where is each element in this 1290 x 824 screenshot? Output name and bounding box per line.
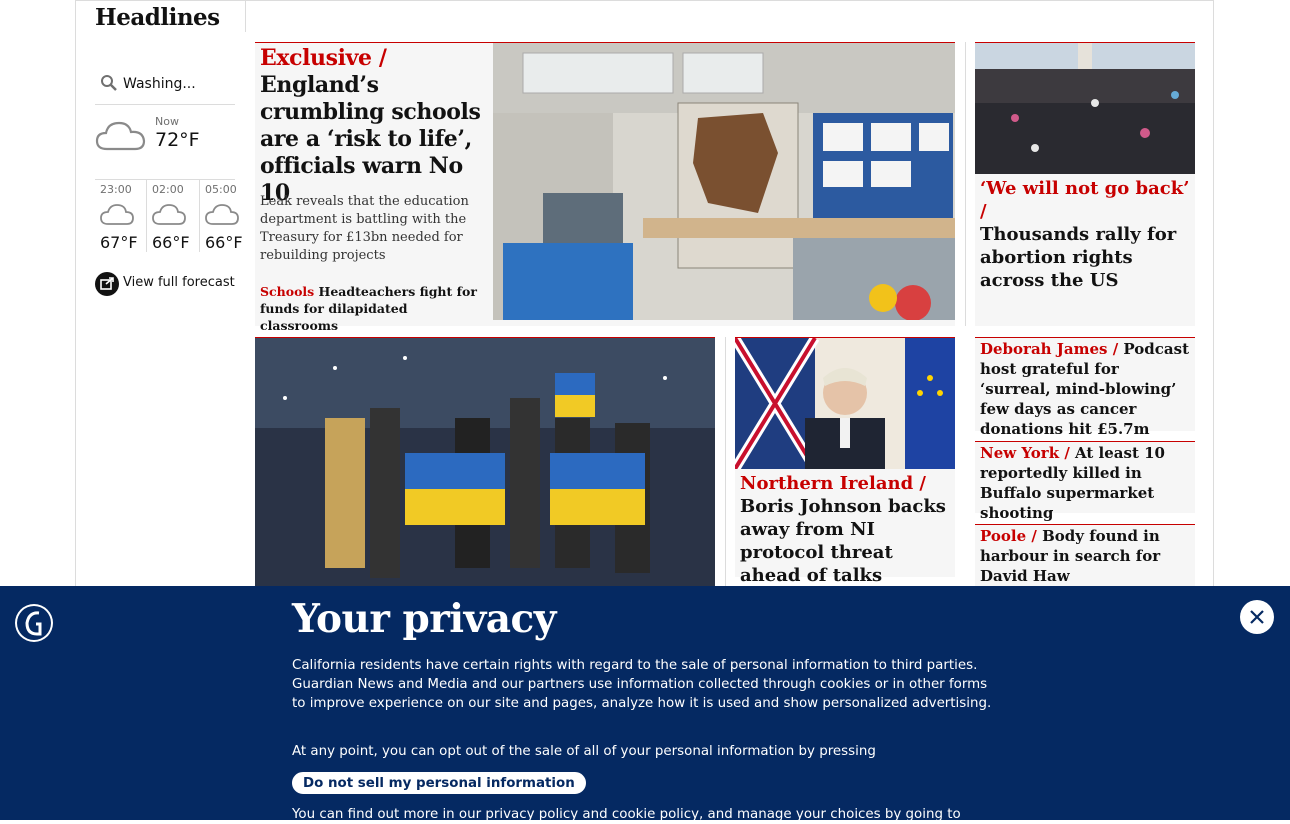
story-kicker: Deborah James / (980, 340, 1119, 358)
side-story-card[interactable]: ‘We will not go back’ / Thousands rally … (975, 42, 1195, 326)
forecast-item: 02:00 66°F (147, 180, 196, 256)
small-story-card[interactable]: Poole / Body found in harbour in search … (975, 524, 1195, 586)
weather-now-label: Now (155, 115, 179, 128)
sublink-kicker: Schools (260, 284, 315, 299)
cloudy-night-icon (100, 204, 134, 225)
forecast-temp: 66°F (152, 233, 190, 252)
story-standfirst: Leak reveals that the education departme… (260, 194, 469, 263)
view-forecast-label: View full forecast (123, 275, 235, 290)
johnson-image (735, 338, 955, 469)
eurovision-story-card[interactable] (255, 337, 715, 587)
cloudy-night-icon (205, 204, 239, 225)
ni-story-card[interactable]: Northern Ireland / Boris Johnson backs a… (735, 337, 955, 586)
cloudy-night-icon (152, 204, 186, 225)
main-story-card[interactable]: Exclusive / England’s crumbling schools … (255, 42, 955, 333)
forecast-time: 23:00 (100, 183, 132, 196)
small-story-card[interactable]: New York / At least 10 reportedly killed… (975, 441, 1195, 522)
close-button[interactable] (1240, 600, 1274, 634)
privacy-paragraph: California residents have certain rights… (292, 658, 992, 711)
weather-location: Washing... (123, 76, 196, 92)
story-headline: Boris Johnson backs away from NI protoco… (740, 496, 946, 586)
forecast-item: 05:00 66°F (200, 180, 249, 256)
eurovision-image (255, 338, 715, 587)
sublink[interactable]: Schools Headteachers fight for funds for… (260, 283, 488, 334)
forecast-temp: 67°F (100, 233, 138, 252)
guardian-logo (15, 604, 53, 642)
forecast-item: 23:00 67°F (95, 180, 144, 256)
story-headline: England’s crumbling schools are a ‘risk … (260, 72, 481, 206)
privacy-banner: Your privacy California residents have c… (0, 586, 1290, 822)
privacy-paragraph: You can find out more in our privacy pol… (292, 807, 961, 822)
rally-image (975, 43, 1195, 174)
forecast-temp: 66°F (205, 233, 243, 252)
external-link-icon (95, 272, 119, 296)
divider (245, 0, 246, 32)
classroom-image (493, 43, 955, 320)
weather-location-search[interactable]: Washing... (95, 66, 235, 105)
story-kicker: ‘We will not go back’ / (980, 178, 1190, 222)
close-icon (1250, 610, 1264, 624)
privacy-title: Your privacy (292, 596, 556, 642)
section-title: Headlines (95, 4, 220, 31)
story-kicker: Northern Ireland / (740, 473, 927, 494)
weather-now-temp: 72°F (155, 129, 200, 151)
small-story-card[interactable]: Deborah James / Podcast host grateful fo… (975, 337, 1195, 438)
story-kicker: Poole / (980, 527, 1037, 545)
privacy-paragraph: At any point, you can opt out of the sal… (292, 744, 876, 759)
search-icon (101, 75, 117, 91)
story-kicker: Exclusive / (260, 45, 387, 71)
forecast-time: 05:00 (205, 183, 237, 196)
forecast-time: 02:00 (152, 183, 184, 196)
do-not-sell-button[interactable]: Do not sell my personal information (292, 772, 586, 794)
cloud-icon (95, 121, 146, 151)
story-kicker: New York / (980, 444, 1070, 462)
divider (725, 337, 726, 586)
story-headline: Thousands rally for abortion rights acro… (980, 224, 1177, 291)
divider (965, 42, 966, 326)
